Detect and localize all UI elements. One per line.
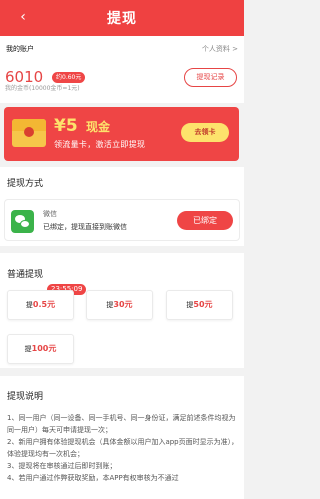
wechat-icon [11, 210, 34, 233]
account-section: 我的账户 个人资料 > 6010 约0.60元 我的金币(10000金币=1元)… [0, 36, 244, 103]
promo-subtitle: 领流量卡，激活立即提现 [54, 140, 146, 149]
withdraw-notes-section: 提现说明 1、同一用户（同一设备、同一手机号、同一身份证，满足前述条件均视为同一… [0, 376, 244, 499]
promo-amount-label: 现金 [86, 120, 111, 134]
note-item: 4、若用户通过作弊获取奖励，本APP有权审核为不通过 [7, 474, 179, 482]
normal-title: 普通提现 [7, 270, 44, 280]
normal-withdraw-section: 普通提现 23:55:09 提0.5元 提30元 提50元 提100元 [0, 253, 244, 368]
withdraw-option-0-5[interactable]: 提0.5元 [7, 290, 74, 320]
note-item: 3、提现将在审核通过后即时到账； [7, 462, 117, 470]
option-prefix: 提 [25, 301, 33, 309]
note-item: 2、新用户拥有体验提现机会（具体金额以用户加入app页面时显示为准），体验提现均… [7, 438, 239, 458]
approx-value-badge: 约0.60元 [52, 72, 86, 83]
withdraw-method-section: 提现方式 微信 已绑定，提现直接到账微信 已绑定 [0, 167, 244, 246]
header-bar: ‹ 提现 [0, 0, 244, 36]
wechat-desc: 已绑定，提现直接到账微信 [43, 223, 127, 231]
personal-info-link[interactable]: 个人资料 > [202, 44, 238, 54]
bound-button[interactable]: 已绑定 [177, 211, 233, 230]
red-envelope-icon [12, 119, 46, 147]
promo-banner[interactable]: ¥5 现金 领流量卡，激活立即提现 去领卡 [4, 107, 239, 161]
option-amount: 0.5元 [32, 300, 56, 309]
promo-amount: ¥5 [54, 116, 78, 136]
method-title: 提现方式 [7, 179, 44, 189]
page-title: 提现 [107, 11, 137, 27]
wechat-method-card[interactable]: 微信 已绑定，提现直接到账微信 已绑定 [4, 199, 240, 241]
back-arrow-icon[interactable]: ‹ [16, 7, 30, 27]
wechat-label: 微信 [43, 210, 57, 218]
option-amount: 50元 [193, 300, 213, 309]
notes-list: 1、同一用户（同一设备、同一手机号、同一身份证，满足前述条件均视为同一用户）每天… [7, 412, 239, 484]
withdraw-option-100[interactable]: 提100元 [7, 334, 74, 364]
account-title: 我的账户 [6, 45, 34, 53]
option-prefix: 提 [24, 345, 32, 353]
note-item: 1、同一用户（同一设备、同一手机号、同一身份证，满足前述条件均视为同一用户）每天… [7, 414, 236, 434]
get-card-button[interactable]: 去领卡 [181, 123, 229, 142]
option-amount: 100元 [31, 344, 57, 353]
option-amount: 30元 [113, 300, 133, 309]
notes-title: 提现说明 [7, 392, 44, 402]
withdraw-option-30[interactable]: 提30元 [86, 290, 153, 320]
withdraw-record-button[interactable]: 提现记录 [184, 68, 237, 87]
withdraw-option-50[interactable]: 提50元 [166, 290, 233, 320]
coin-rate-text: 我的金币(10000金币=1元) [5, 85, 80, 92]
